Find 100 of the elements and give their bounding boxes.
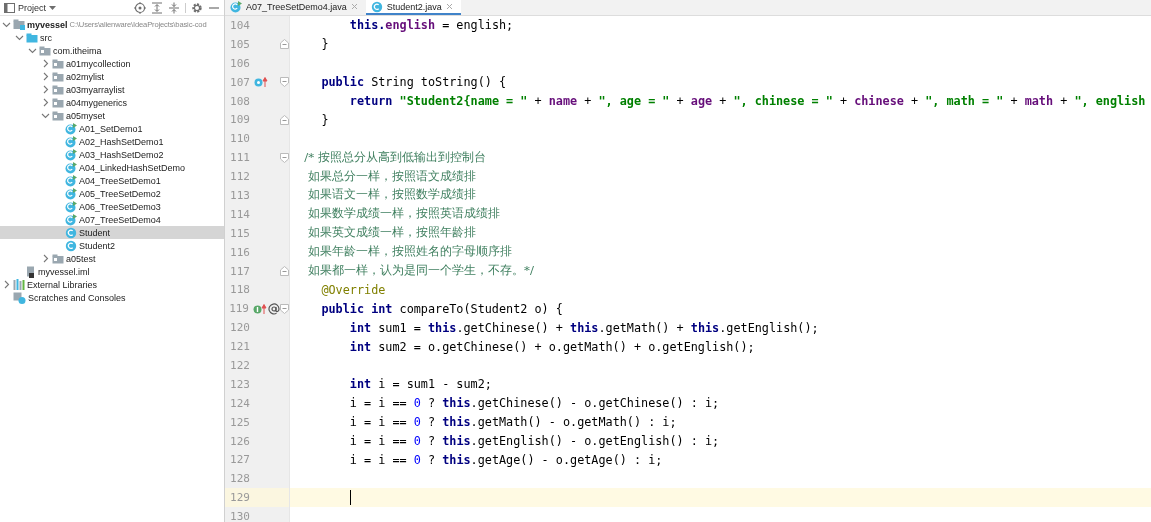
tree-item[interactable]: A04_TreeSetDemo1	[0, 174, 224, 187]
line-number: 118	[229, 283, 250, 297]
package-folder-icon	[52, 110, 64, 121]
fold-icon[interactable]	[280, 303, 289, 314]
runnable-class-icon	[230, 0, 242, 13]
chevron-right-icon[interactable]	[41, 98, 50, 107]
package-folder-icon	[52, 84, 64, 95]
tree-item[interactable]: External Libraries	[0, 278, 224, 291]
tree-item[interactable]: A06_TreeSetDemo3	[0, 200, 224, 213]
settings-icon[interactable]	[191, 1, 203, 14]
runnable-class-icon	[65, 161, 77, 174]
line-number: 110	[229, 132, 250, 146]
tree-item[interactable]: a03myarraylist	[0, 83, 224, 96]
module-folder-icon	[13, 19, 25, 30]
fold-end-icon[interactable]	[279, 39, 289, 50]
chevron-down-icon[interactable]	[41, 111, 50, 120]
tree-item[interactable]: com.itheima	[0, 44, 224, 57]
tree-item[interactable]: A01_SetDemo1	[0, 122, 224, 135]
locate-icon[interactable]	[134, 1, 146, 14]
code-line: return "Student2{name = " + name + ", age = " + age + ", chinese = " + chinese + ", math = " + math + ", english	[348, 94, 1146, 108]
runnable-class-icon	[65, 148, 77, 161]
implement-marker-icon[interactable]	[253, 302, 267, 315]
line-number: 127	[229, 453, 250, 467]
close-icon[interactable]	[445, 3, 453, 10]
tree-item[interactable]: A07_TreeSetDemo4	[0, 213, 224, 226]
view-selector[interactable]: Project	[4, 2, 56, 13]
expand-all-icon[interactable]	[151, 1, 163, 14]
library-icon	[13, 279, 25, 290]
code-line: this.english = english;	[348, 18, 514, 33]
line-number: 115	[229, 226, 250, 240]
tree-item[interactable]: a05test	[0, 252, 224, 265]
line-number: 123	[229, 377, 250, 391]
chevron-right-icon[interactable]	[41, 254, 50, 263]
fold-icon[interactable]	[279, 77, 289, 88]
chevron-right-icon[interactable]	[41, 59, 50, 68]
line-number: 119	[228, 302, 249, 316]
tree-item[interactable]: a05myset	[0, 109, 224, 122]
file-icon	[26, 265, 36, 278]
code-line: 如果总分一样，按照语文成绩排	[307, 168, 476, 185]
fold-icon[interactable]	[279, 152, 289, 163]
chevron-down-icon[interactable]	[28, 46, 37, 55]
code-line: /* 按照总分从高到低输出到控制台	[303, 149, 486, 166]
runnable-class-icon	[65, 200, 77, 213]
chevron-right-icon[interactable]	[41, 85, 50, 94]
tree-item[interactable]: src	[0, 31, 224, 44]
code-line: i = i == 0 ? this.getChinese() - o.getChinese() : i;	[348, 396, 720, 411]
code-line: public String toString() {	[320, 75, 507, 90]
text-caret	[349, 490, 352, 506]
tree-item[interactable]: a02mylist	[0, 70, 224, 83]
chevron-down-icon[interactable]	[2, 20, 11, 29]
chevron-right-icon[interactable]	[41, 72, 50, 81]
chevron-right-icon[interactable]	[2, 280, 11, 289]
line-number: 107	[229, 75, 250, 89]
tree-item[interactable]: a04mygenerics	[0, 96, 224, 109]
fold-end-icon[interactable]	[279, 114, 289, 125]
line-number: 108	[229, 94, 250, 108]
package-folder-icon	[52, 253, 64, 264]
class-icon	[65, 226, 77, 239]
code-line: public int compareTo(Student2 o) {	[320, 301, 563, 316]
tree-item[interactable]: A03_HashSetDemo2	[0, 148, 224, 161]
code-line: 如果英文成绩一样，按照年龄排	[307, 225, 476, 242]
package-folder-icon	[52, 58, 64, 69]
editor-tab[interactable]: Student2.java	[365, 0, 461, 15]
tree-item[interactable]: Student2	[0, 239, 224, 252]
line-number: 113	[229, 188, 250, 202]
line-number: 114	[229, 207, 250, 221]
scratches-icon	[13, 291, 26, 304]
code-line: }	[320, 112, 329, 127]
tree-item[interactable]: A05_TreeSetDemo2	[0, 187, 224, 200]
tree-item[interactable]: Student	[0, 226, 224, 239]
package-folder-icon	[39, 45, 51, 56]
editor-tab[interactable]: A07_TreeSetDemo4.java	[225, 0, 366, 15]
code-line: 如果语文一样，按照数学成绩排	[307, 187, 476, 204]
code-line: 如果年龄一样，按照姓名的字母顺序排	[307, 244, 512, 261]
chevron-down-icon[interactable]	[15, 33, 24, 42]
override-marker-icon[interactable]	[253, 76, 268, 89]
runnable-class-icon	[65, 135, 77, 148]
code-line: i = i == 0 ? this.getAge() - o.getAge() : i;	[348, 452, 663, 467]
code-line: 如果数学成绩一样，按照英语成绩排	[307, 206, 500, 223]
runnable-class-icon	[65, 213, 77, 226]
fold-end-icon[interactable]	[279, 266, 289, 276]
line-number: 111	[229, 151, 250, 165]
line-number: 120	[229, 321, 250, 335]
code-line: }	[320, 37, 329, 52]
line-number: 129	[229, 491, 250, 505]
tree-item[interactable]: Scratches and Consoles	[0, 291, 224, 304]
line-number: 116	[229, 245, 250, 259]
collapse-all-icon[interactable]	[168, 1, 180, 14]
line-number: 109	[229, 113, 250, 127]
runnable-class-icon	[65, 122, 77, 135]
runnable-class-icon	[65, 187, 77, 200]
line-number: 125	[229, 415, 250, 429]
class-icon	[65, 239, 77, 252]
annotation-marker-icon[interactable]	[268, 302, 280, 315]
tree-item[interactable]: a01mycollection	[0, 57, 224, 70]
tree-item[interactable]: A04_LinkedHashSetDemo	[0, 161, 224, 174]
line-number: 106	[229, 56, 250, 70]
tree-item[interactable]: A02_HashSetDemo1	[0, 135, 224, 148]
tree-item[interactable]: myvessel.iml	[0, 265, 224, 278]
code-line: i = i == 0 ? this.getMath() - o.getMath() : i;	[348, 415, 677, 430]
